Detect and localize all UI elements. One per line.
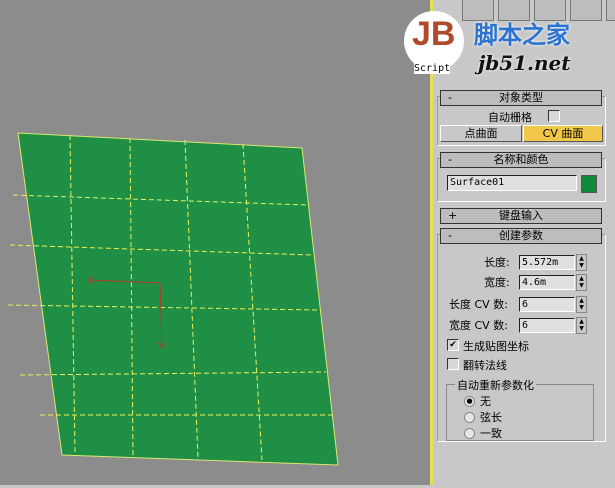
collapse-icon: - (448, 153, 452, 166)
radio-uniform[interactable] (464, 428, 475, 439)
rollout-creation-params[interactable]: - 创建参数 (440, 228, 602, 244)
collapse-icon: - (448, 229, 452, 242)
expand-icon: + (448, 209, 458, 222)
rollout-name-color[interactable]: - 名称和颜色 (440, 152, 602, 168)
rollout-title: 创建参数 (499, 229, 543, 242)
rollout-title: 对象类型 (499, 91, 543, 104)
autogrid-label: 自动栅格 (488, 111, 532, 124)
rollout-title: 键盘输入 (499, 209, 543, 222)
width-label: 宽度: (484, 276, 510, 289)
length-cv-input[interactable]: 6 (519, 297, 575, 312)
object-color-swatch[interactable] (581, 175, 597, 193)
collapse-icon: - (448, 91, 452, 104)
radio-none[interactable]: ● (464, 396, 475, 407)
watermark-logo: JB Script 脚本之家 jb51.net (400, 5, 615, 80)
width-input[interactable]: 4.6m (519, 275, 575, 290)
point-surface-button[interactable]: 点曲面 (440, 125, 522, 142)
gen-mapping-label: 生成贴图坐标 (463, 340, 529, 353)
length-spinner[interactable]: ▲ ▼ (576, 254, 587, 271)
width-cv-input[interactable]: 6 (519, 318, 575, 333)
rollout-object-type[interactable]: - 对象类型 (440, 90, 602, 106)
rollout-title: 名称和颜色 (493, 153, 549, 166)
radio-none-label: 无 (480, 395, 491, 408)
flip-normals-checkbox[interactable] (447, 358, 459, 370)
nurbs-surface (7, 132, 339, 466)
reparam-title: 自动重新参数化 (455, 377, 536, 393)
object-name-input[interactable]: Surface01 (447, 175, 577, 191)
autogrid-checkbox[interactable] (548, 110, 560, 122)
radio-uniform-label: 一致 (480, 427, 502, 440)
gen-mapping-checkbox[interactable]: ✔ (447, 339, 459, 351)
viewport[interactable] (0, 0, 430, 485)
width-cv-spinner[interactable]: ▲ ▼ (576, 317, 587, 334)
length-cv-label: 长度 CV 数: (449, 298, 508, 311)
length-cv-spinner[interactable]: ▲ ▼ (576, 296, 587, 313)
length-input[interactable]: 5.572m (519, 255, 575, 270)
cv-surface-button[interactable]: CV 曲面 (523, 125, 603, 142)
radio-chord-length-label: 弦长 (480, 411, 502, 424)
rollout-keyboard-entry[interactable]: + 键盘输入 (440, 208, 602, 224)
radio-chord-length[interactable] (464, 412, 475, 423)
width-spinner[interactable]: ▲ ▼ (576, 274, 587, 291)
flip-normals-label: 翻转法线 (463, 359, 507, 372)
length-label: 长度: (484, 256, 510, 269)
width-cv-label: 宽度 CV 数: (449, 319, 508, 332)
